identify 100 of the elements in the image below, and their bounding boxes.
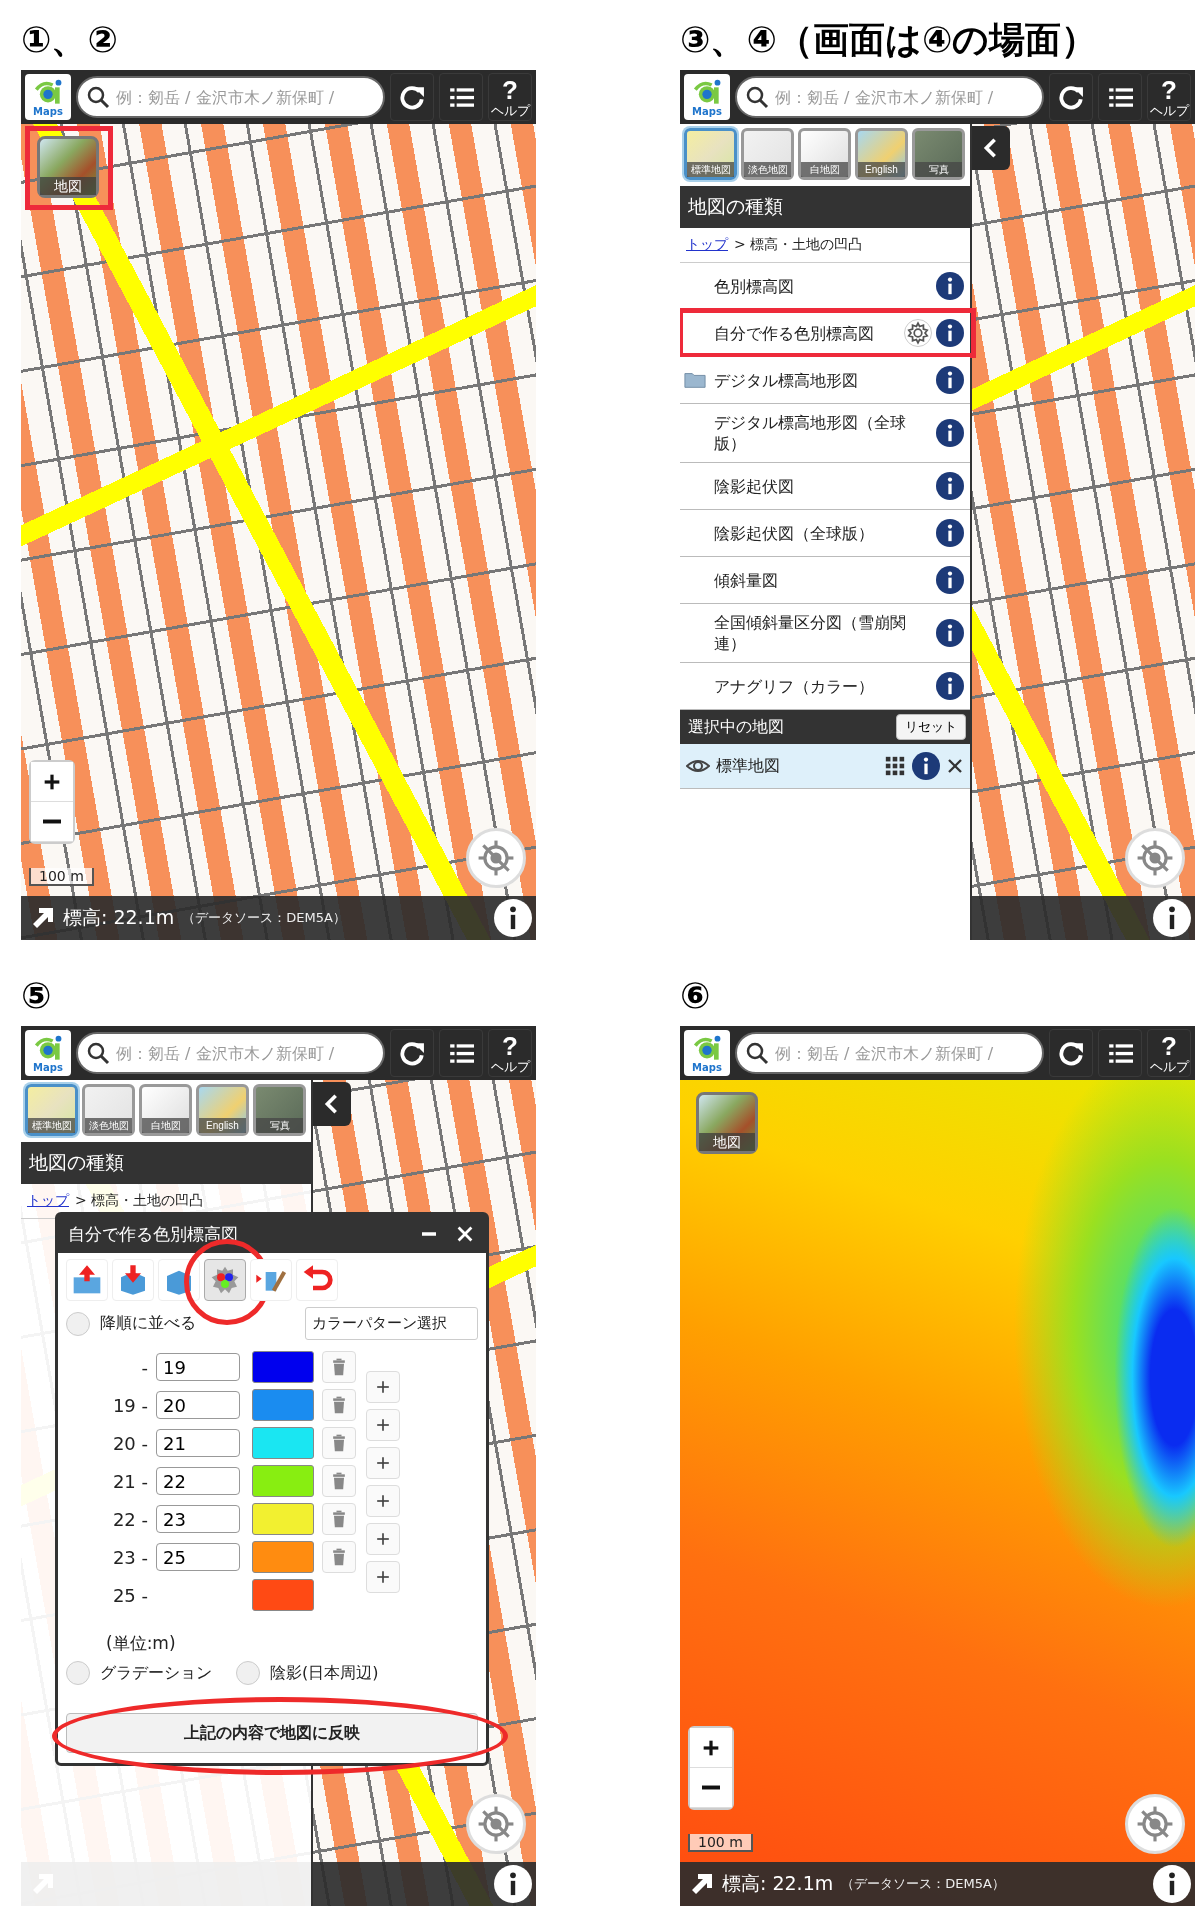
info-icon[interactable]	[936, 566, 964, 594]
breadcrumb-link[interactable]: トップ	[686, 236, 728, 254]
info-icon[interactable]	[494, 899, 532, 937]
basemap-tile[interactable]: 標準地図	[25, 1084, 78, 1136]
gear-icon[interactable]	[904, 319, 932, 347]
search-field[interactable]: 例：剱岳 / 金沢市木ノ新保町 /	[76, 76, 385, 118]
logo-text: Maps	[33, 1061, 63, 1073]
value-field[interactable]: 21	[156, 1429, 240, 1457]
color-swatch[interactable]	[252, 1465, 314, 1497]
list-button[interactable]	[439, 1029, 483, 1077]
info-icon[interactable]	[936, 472, 964, 500]
grid-icon[interactable]	[884, 755, 906, 777]
breadcrumb-link[interactable]: トップ	[27, 1192, 69, 1210]
info-icon[interactable]	[936, 419, 964, 447]
value-field[interactable]: 19	[156, 1353, 240, 1381]
range-label: 21 -	[111, 1470, 148, 1492]
info-icon[interactable]	[912, 752, 940, 780]
help-button[interactable]: ? ヘルプ	[488, 1029, 532, 1077]
add-button[interactable]	[366, 1447, 400, 1479]
info-icon[interactable]	[936, 619, 964, 647]
panel-title: ③、④（画面は④の場面）	[680, 18, 1099, 62]
elevation-text: 標高: 22.1m	[722, 1871, 834, 1896]
upload-folder-icon	[71, 1264, 103, 1296]
add-button[interactable]	[366, 1561, 400, 1593]
radio-button[interactable]	[66, 1661, 90, 1685]
add-button[interactable]	[366, 1371, 400, 1403]
list-button[interactable]	[1098, 73, 1142, 121]
list-button[interactable]	[1098, 1029, 1142, 1077]
collapse-tab[interactable]	[972, 126, 1010, 170]
data-source-text: （データソース：DEM5A）	[841, 1875, 1005, 1893]
info-icon[interactable]	[494, 1865, 532, 1903]
info-icon[interactable]	[936, 519, 964, 547]
range-label: -	[140, 1356, 148, 1378]
info-icon[interactable]	[1153, 1865, 1191, 1903]
basemap-tile[interactable]: 白地図	[798, 128, 851, 180]
option-label: グラデーション	[100, 1662, 212, 1684]
color-swatch[interactable]	[252, 1351, 314, 1383]
section-heading: 選択中の地図	[688, 716, 784, 738]
value-field[interactable]: 25	[156, 1543, 240, 1571]
layer-button[interactable]: 地図	[37, 136, 99, 198]
info-icon[interactable]	[936, 672, 964, 700]
delete-button[interactable]	[322, 1465, 356, 1497]
reload-button[interactable]	[390, 1029, 434, 1077]
radio-button[interactable]	[236, 1661, 260, 1685]
info-icon[interactable]	[936, 319, 964, 347]
apply-button[interactable]: 上記の内容で地図に反映	[66, 1713, 478, 1753]
close-icon[interactable]	[946, 757, 964, 775]
data-source-text: （データソース：DEM5A）	[182, 909, 346, 927]
color-pattern-select[interactable]: カラーパターン選択	[305, 1307, 478, 1340]
search-field[interactable]: 例：剱岳 / 金沢市木ノ新保町 /	[735, 76, 1044, 118]
basemap-tile[interactable]: 淡色地図	[82, 1084, 135, 1136]
logo-mark-icon	[32, 1033, 64, 1062]
basemap-tile[interactable]: 標準地図	[684, 128, 737, 180]
minus-icon	[43, 819, 61, 824]
basemap-tile[interactable]: English	[196, 1084, 249, 1136]
basemap-tile[interactable]: 写真	[912, 128, 965, 180]
logo-mark-icon	[32, 77, 64, 106]
help-button[interactable]: ? ヘルプ	[1147, 1029, 1191, 1077]
search-field[interactable]: 例：剱岳 / 金沢市木ノ新保町 /	[76, 1032, 385, 1074]
value-field[interactable]: 23	[156, 1505, 240, 1533]
color-swatch[interactable]	[252, 1579, 314, 1611]
radio-button[interactable]	[66, 1311, 90, 1336]
tool-button[interactable]	[204, 1259, 246, 1301]
unit-label: (単位:m)	[105, 1632, 177, 1655]
search-field[interactable]: 例：剱岳 / 金沢市木ノ新保町 /	[735, 1032, 1044, 1074]
basemap-tile[interactable]: 写真	[253, 1084, 306, 1136]
delete-button[interactable]	[322, 1503, 356, 1535]
info-icon[interactable]	[936, 366, 964, 394]
help-button[interactable]: ? ヘルプ	[1147, 73, 1191, 121]
color-swatch[interactable]	[252, 1541, 314, 1573]
info-icon[interactable]	[936, 272, 964, 300]
value-field[interactable]: 22	[156, 1467, 240, 1495]
delete-button[interactable]	[322, 1351, 356, 1383]
color-swatch[interactable]	[252, 1389, 314, 1421]
basemap-tile[interactable]: 白地図	[139, 1084, 192, 1136]
delete-button[interactable]	[322, 1427, 356, 1459]
delete-button[interactable]	[322, 1389, 356, 1421]
add-button[interactable]	[366, 1523, 400, 1555]
basemap-tile[interactable]: English	[855, 128, 908, 180]
list-button[interactable]	[439, 73, 483, 121]
info-icon[interactable]	[1153, 899, 1191, 937]
arrow-icon	[690, 1872, 714, 1896]
delete-button[interactable]	[322, 1541, 356, 1573]
reload-button[interactable]	[1049, 73, 1093, 121]
reload-button[interactable]	[390, 73, 434, 121]
add-button[interactable]	[366, 1409, 400, 1441]
reset-button[interactable]: リセット	[896, 714, 966, 740]
basemap-tile[interactable]: 淡色地図	[741, 128, 794, 180]
color-swatch[interactable]	[252, 1503, 314, 1535]
layer-button[interactable]: 地図	[696, 1092, 758, 1154]
zoom-in-button[interactable]	[31, 762, 73, 802]
help-button[interactable]: ? ヘルプ	[488, 73, 532, 121]
color-swatch[interactable]	[252, 1427, 314, 1459]
collapse-tab[interactable]	[313, 1082, 351, 1126]
arrow-icon	[31, 906, 55, 930]
value-field[interactable]: 20	[156, 1391, 240, 1419]
add-button[interactable]	[366, 1485, 400, 1517]
zoom-in-button[interactable]	[690, 1728, 732, 1768]
layer-list-item[interactable]: デジタル標高地形図	[680, 357, 970, 404]
reload-button[interactable]	[1049, 1029, 1093, 1077]
